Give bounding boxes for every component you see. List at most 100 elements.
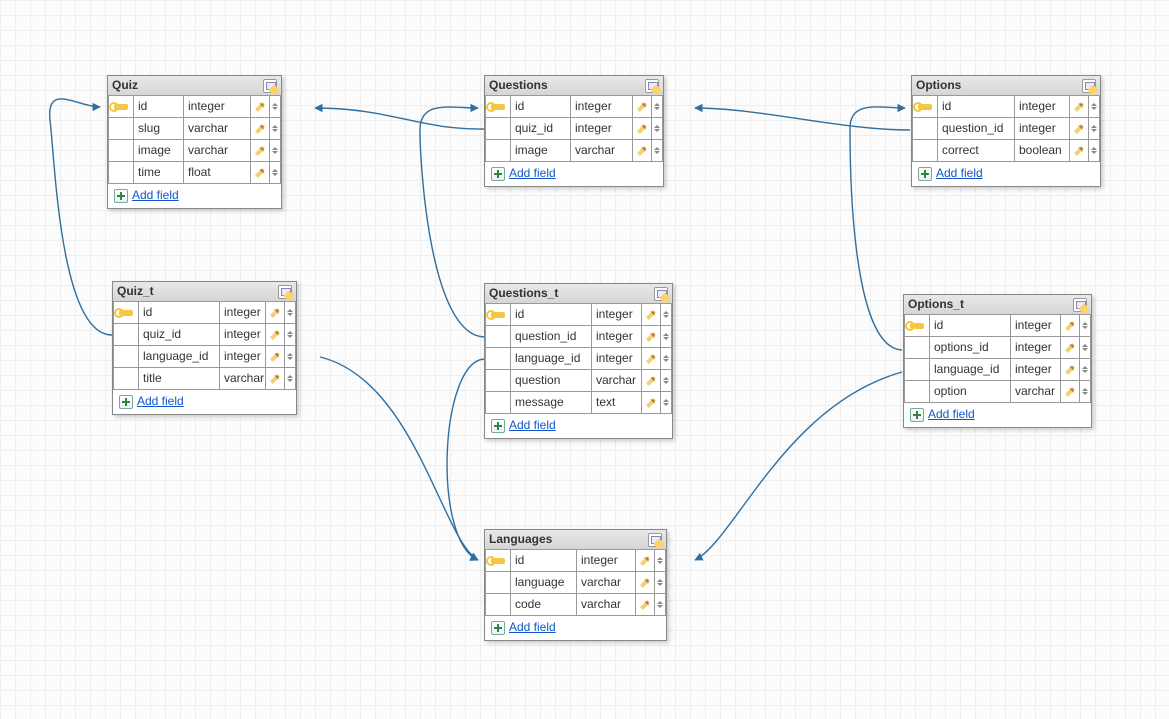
relation-line[interactable] [695,108,910,130]
edit-field-button[interactable] [632,140,652,162]
relation-line[interactable] [850,107,905,350]
table-quiz[interactable]: Quizidintegerslugvarcharimagevarchartime… [107,75,282,209]
edit-field-button[interactable] [1069,96,1089,118]
table-options_t[interactable]: Options_tidintegeroptions_idintegerlangu… [903,294,1092,428]
field-row[interactable]: question_idinteger [912,118,1100,140]
field-row[interactable]: messagetext [485,392,672,414]
field-row[interactable]: timefloat [108,162,281,184]
relation-line[interactable] [420,107,484,337]
table-titlebar[interactable]: Options [912,76,1100,96]
edit-table-icon[interactable] [278,285,292,299]
field-row[interactable]: imagevarchar [485,140,663,162]
add-field-link[interactable]: Add field [509,620,556,636]
field-row[interactable]: idinteger [113,302,296,324]
table-options[interactable]: Optionsidintegerquestion_idintegercorrec… [911,75,1101,187]
field-row[interactable]: idinteger [108,96,281,118]
edit-field-button[interactable] [250,96,270,118]
reorder-field-button[interactable] [660,392,672,414]
table-titlebar[interactable]: Quiz_t [113,282,296,302]
table-quiz_t[interactable]: Quiz_tidintegerquiz_idintegerlanguage_id… [112,281,297,415]
field-row[interactable]: question_idinteger [485,326,672,348]
field-row[interactable]: quiz_idinteger [485,118,663,140]
reorder-field-button[interactable] [1079,359,1091,381]
add-field-link[interactable]: Add field [928,407,975,423]
field-row[interactable]: idinteger [912,96,1100,118]
table-titlebar[interactable]: Options_t [904,295,1091,315]
edit-field-button[interactable] [635,594,655,616]
reorder-field-button[interactable] [651,118,663,140]
table-titlebar[interactable]: Languages [485,530,666,550]
edit-field-button[interactable] [641,304,661,326]
edit-table-icon[interactable] [263,79,277,93]
add-field-link[interactable]: Add field [137,394,184,410]
reorder-field-button[interactable] [1079,315,1091,337]
edit-field-button[interactable] [265,302,285,324]
field-row[interactable]: optionvarchar [904,381,1091,403]
edit-field-button[interactable] [641,326,661,348]
reorder-field-button[interactable] [654,594,666,616]
edit-field-button[interactable] [632,96,652,118]
field-row[interactable]: language_idinteger [485,348,672,370]
field-row[interactable]: correctboolean [912,140,1100,162]
reorder-field-button[interactable] [269,140,281,162]
reorder-field-button[interactable] [660,348,672,370]
add-field-link[interactable]: Add field [936,166,983,182]
edit-field-button[interactable] [250,118,270,140]
edit-field-button[interactable] [265,346,285,368]
reorder-field-button[interactable] [660,326,672,348]
edit-field-button[interactable] [1060,315,1080,337]
reorder-field-button[interactable] [651,96,663,118]
field-row[interactable]: languagevarchar [485,572,666,594]
reorder-field-button[interactable] [660,370,672,392]
field-row[interactable]: titlevarchar [113,368,296,390]
edit-table-icon[interactable] [654,287,668,301]
edit-table-icon[interactable] [1073,298,1087,312]
edit-table-icon[interactable] [645,79,659,93]
add-field-link[interactable]: Add field [132,188,179,204]
field-row[interactable]: quiz_idinteger [113,324,296,346]
reorder-field-button[interactable] [269,118,281,140]
edit-field-button[interactable] [1069,118,1089,140]
relation-line[interactable] [315,108,484,129]
field-row[interactable]: idinteger [485,304,672,326]
edit-field-button[interactable] [632,118,652,140]
table-questions_t[interactable]: Questions_tidintegerquestion_idintegerla… [484,283,673,439]
relation-line[interactable] [447,359,484,560]
reorder-field-button[interactable] [654,550,666,572]
relation-line[interactable] [320,357,478,560]
edit-field-button[interactable] [635,550,655,572]
field-row[interactable]: slugvarchar [108,118,281,140]
field-row[interactable]: language_idinteger [904,359,1091,381]
reorder-field-button[interactable] [284,368,296,390]
reorder-field-button[interactable] [1079,381,1091,403]
add-field-link[interactable]: Add field [509,418,556,434]
edit-field-button[interactable] [1069,140,1089,162]
field-row[interactable]: codevarchar [485,594,666,616]
edit-field-button[interactable] [1060,381,1080,403]
edit-field-button[interactable] [265,324,285,346]
table-languages[interactable]: Languagesidintegerlanguagevarcharcodevar… [484,529,667,641]
edit-table-icon[interactable] [648,533,662,547]
edit-table-icon[interactable] [1082,79,1096,93]
reorder-field-button[interactable] [651,140,663,162]
edit-field-button[interactable] [265,368,285,390]
field-row[interactable]: idinteger [485,96,663,118]
edit-field-button[interactable] [641,348,661,370]
reorder-field-button[interactable] [1088,118,1100,140]
reorder-field-button[interactable] [1088,140,1100,162]
reorder-field-button[interactable] [660,304,672,326]
field-row[interactable]: options_idinteger [904,337,1091,359]
field-row[interactable]: questionvarchar [485,370,672,392]
edit-field-button[interactable] [1060,359,1080,381]
table-questions[interactable]: Questionsidintegerquiz_idintegerimagevar… [484,75,664,187]
field-row[interactable]: language_idinteger [113,346,296,368]
edit-field-button[interactable] [250,162,270,184]
edit-field-button[interactable] [635,572,655,594]
reorder-field-button[interactable] [269,162,281,184]
reorder-field-button[interactable] [1088,96,1100,118]
edit-field-button[interactable] [641,392,661,414]
reorder-field-button[interactable] [284,346,296,368]
add-field-link[interactable]: Add field [509,166,556,182]
field-row[interactable]: idinteger [904,315,1091,337]
reorder-field-button[interactable] [284,324,296,346]
